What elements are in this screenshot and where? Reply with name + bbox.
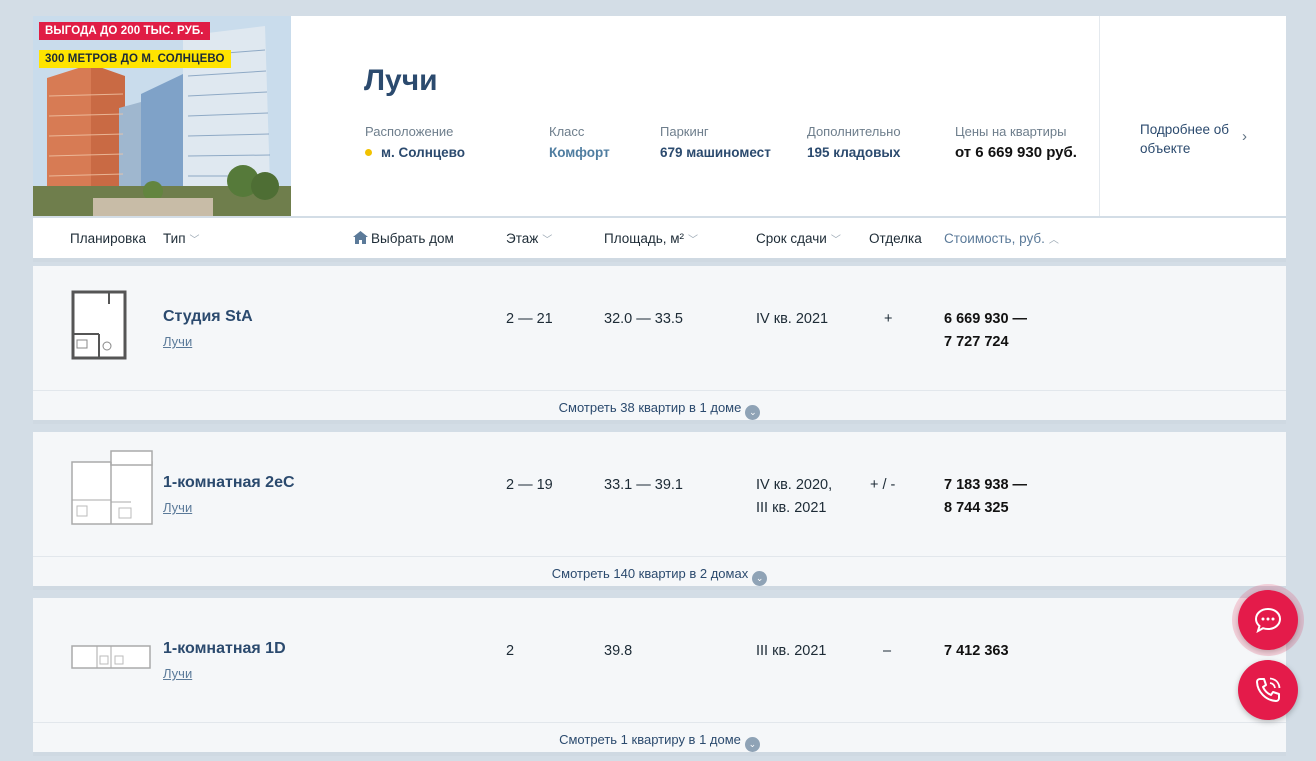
location-value: м. Солнцево [365,145,465,160]
header-finish: Отделка [869,231,922,246]
table-row[interactable]: Студия StA Лучи 2 — 21 32.0 — 33.5 IV кв… [33,266,1286,424]
parking-value: 679 машиномест [660,145,771,160]
chevron-down-icon: ﹀ [542,235,553,246]
show-apartments-link[interactable]: Смотреть 38 квартир в 1 доме ⌄ [33,390,1286,424]
chevron-down-icon: ⌄ [744,737,760,752]
floor-range: 2 [506,643,515,659]
complex-info: Лучи Расположение м. Солнцево Класс Комф… [291,16,1099,216]
prices-value: от 6 669 930 руб. [955,144,1077,161]
deadline: IV кв. 2020, III кв. 2021 [756,477,833,516]
chevron-down-icon: ﹀ [688,235,699,246]
complex-link[interactable]: Лучи [163,666,192,681]
chevron-down-icon: ﹀ [830,235,841,246]
metro-distance-badge: 300 МЕТРОВ ДО М. СОЛНЦЕВО [39,50,231,68]
house-icon [353,231,368,244]
header-area[interactable]: Площадь, м² ﹀ [604,231,698,246]
class-label: Класс [549,124,585,139]
price-range: 6 669 930 —7 727 724 [944,311,1028,350]
header-layout: Планировка [70,231,146,246]
chevron-down-icon: ⌄ [745,405,761,420]
more-about-object[interactable]: Подробнее об объекте › [1099,16,1286,216]
table-row[interactable]: 1-комнатная 1D Лучи 2 39.8 III кв. 2021 … [33,598,1286,756]
extra-label: Дополнительно [807,124,901,139]
parking-block: Паркинг 679 машиномест [660,124,771,160]
metro-line-icon [365,149,372,156]
area-range: 39.8 [604,643,633,659]
complex-link[interactable]: Лучи [163,334,192,349]
building-illustration [33,16,291,216]
parking-label: Паркинг [660,124,709,139]
location-block: Расположение м. Солнцево [365,124,465,160]
extra-value: 195 кладовых [807,145,901,160]
chevron-down-icon: ⌄ [752,571,768,586]
floor-range: 2 — 19 [506,477,553,493]
price-range: 7 183 938 —8 744 325 [944,477,1028,516]
floor-range: 2 — 21 [506,311,553,327]
floor-plan-thumbnail[interactable] [71,644,151,670]
chevron-down-icon: ﹀ [189,235,200,246]
class-block: Класс Комфорт [549,124,610,160]
phone-icon [1256,677,1281,702]
select-house-button[interactable]: Выбрать дом [353,231,454,246]
prices-block: Цены на квартиры от 6 669 930 руб. [955,124,1077,161]
table-row[interactable]: 1-комнатная 2eC Лучи 2 — 19 33.1 — 39.1 … [33,432,1286,590]
price-range: 7 412 363 [944,643,1009,659]
flat-type-name[interactable]: Студия StA [163,308,253,326]
deadline: IV кв. 2021 [756,311,829,327]
chat-icon [1254,607,1282,633]
deadline: III кв. 2021 [756,643,827,659]
floor-plan-thumbnail[interactable] [71,450,153,526]
more-about-link[interactable]: Подробнее об объекте [1140,120,1235,158]
complex-card: ВЫГОДА ДО 200 ТЫС. РУБ. 300 МЕТРОВ ДО М.… [33,16,1286,216]
finish-status: – [883,643,892,659]
flat-type-name[interactable]: 1-комнатная 1D [163,640,286,658]
flat-type-name[interactable]: 1-комнатная 2eC [163,474,295,492]
chat-button[interactable] [1238,590,1298,650]
discount-badge: ВЫГОДА ДО 200 ТЫС. РУБ. [39,22,210,40]
prices-label: Цены на квартиры [955,124,1067,139]
finish-status: + [884,311,893,327]
show-apartments-link[interactable]: Смотреть 1 квартиру в 1 доме ⌄ [33,722,1286,756]
header-price[interactable]: Стоимость, руб. ︿ [944,231,1059,246]
chevron-up-icon: ︿ [1048,235,1059,246]
area-range: 32.0 — 33.5 [604,311,683,327]
complex-photo[interactable]: ВЫГОДА ДО 200 ТЫС. РУБ. 300 МЕТРОВ ДО М.… [33,16,291,216]
chevron-right-icon: › [1242,128,1247,145]
complex-link[interactable]: Лучи [163,500,192,515]
location-label: Расположение [365,124,454,139]
class-value: Комфорт [549,145,610,160]
table-header: Планировка Тип ﹀ Выбрать дом Этаж ﹀ Площад… [33,218,1286,262]
finish-status: + / - [870,477,896,493]
call-button[interactable] [1238,660,1298,720]
header-floor[interactable]: Этаж ﹀ [506,231,552,246]
area-range: 33.1 — 39.1 [604,477,683,493]
floor-plan-thumbnail[interactable] [71,290,127,360]
show-apartments-link[interactable]: Смотреть 140 квартир в 2 домах ⌄ [33,556,1286,590]
header-type[interactable]: Тип ﹀ [163,231,200,246]
extra-block: Дополнительно 195 кладовых [807,124,901,160]
header-deadline[interactable]: Срок сдачи ﹀ [756,231,841,246]
complex-title[interactable]: Лучи [364,64,438,98]
